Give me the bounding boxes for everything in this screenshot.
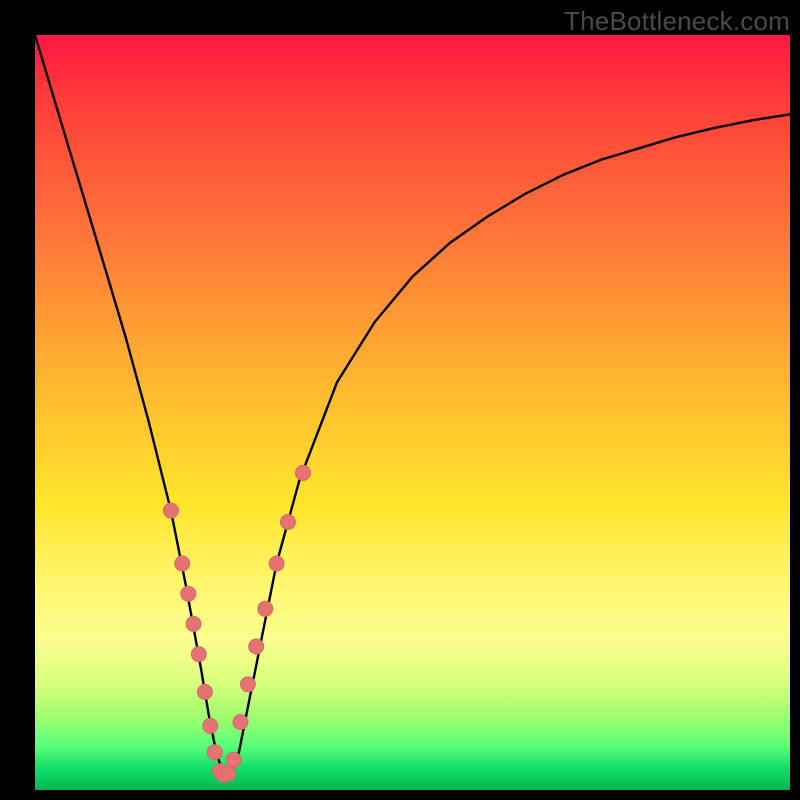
plot-area	[35, 35, 790, 790]
curve-marker	[258, 601, 273, 616]
chart-frame: TheBottleneck.com	[0, 0, 800, 800]
curve-marker	[249, 639, 264, 654]
curve-marker	[221, 766, 236, 781]
watermark-text: TheBottleneck.com	[564, 6, 790, 37]
curve-markers	[163, 465, 310, 782]
curve-marker	[197, 684, 212, 699]
curve-marker	[269, 556, 284, 571]
curve-marker	[240, 677, 255, 692]
chart-svg	[35, 35, 790, 790]
curve-marker	[163, 503, 178, 518]
curve-marker	[280, 515, 295, 530]
curve-marker	[186, 616, 201, 631]
curve-marker	[203, 718, 218, 733]
curve-marker	[191, 647, 206, 662]
bottleneck-curve	[35, 35, 790, 775]
curve-marker	[175, 556, 190, 571]
curve-marker	[181, 586, 196, 601]
curve-marker	[233, 715, 248, 730]
curve-marker	[296, 465, 311, 480]
curve-marker	[226, 752, 241, 767]
curve-marker	[207, 745, 222, 760]
